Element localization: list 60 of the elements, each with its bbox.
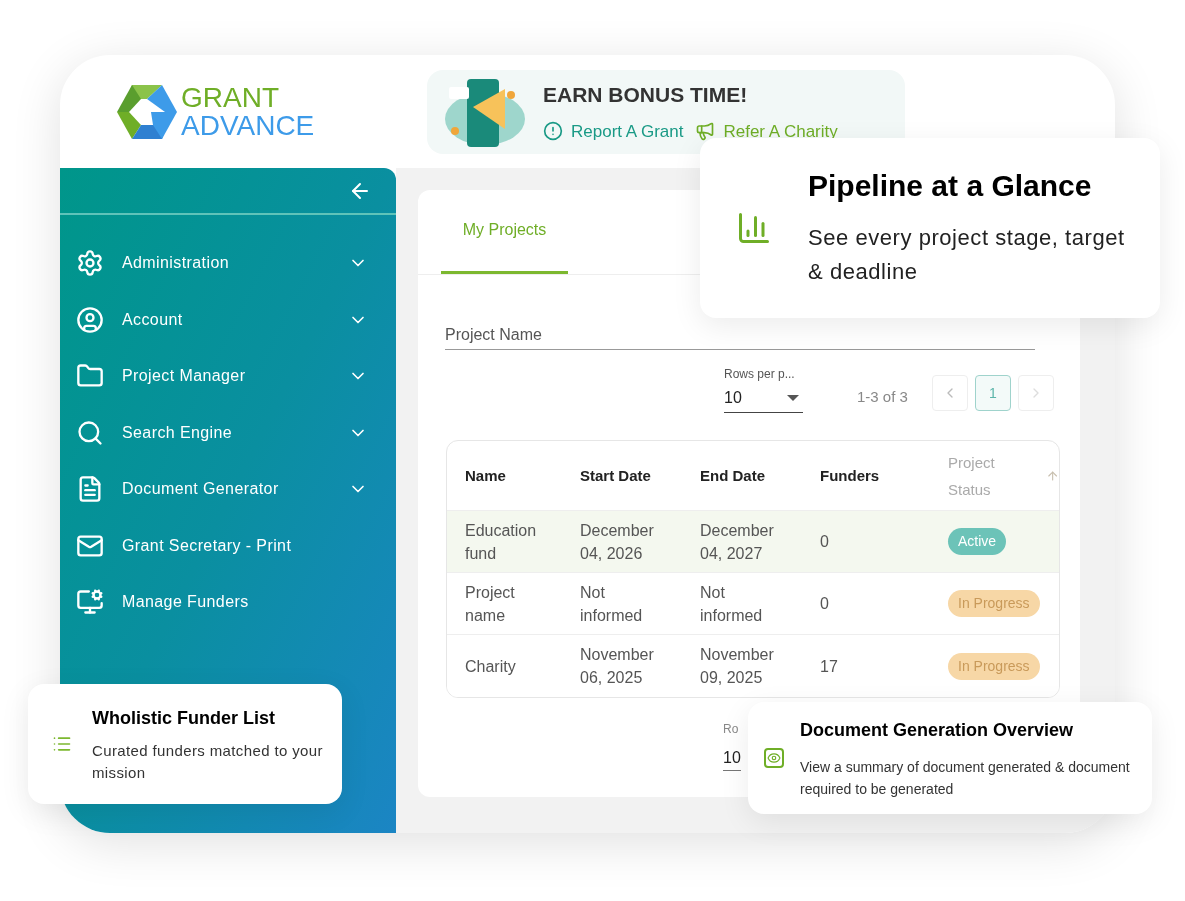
- user-icon: [76, 305, 104, 334]
- table-cell-text: Education fund: [465, 520, 538, 564]
- sidebar-item[interactable]: Project Manager: [60, 348, 396, 405]
- table-cell-text: November 06, 2025: [580, 645, 655, 688]
- table-cell-text: Project name: [465, 582, 516, 626]
- feature-text: View a summary of document generated & document required to be generated: [800, 757, 1131, 799]
- banner-title: EARN BONUS TIME!: [543, 82, 749, 108]
- table-cell-text: December 04, 2026: [580, 520, 655, 564]
- table-cell-text: November 09, 2025: [700, 645, 775, 688]
- page-button[interactable]: 1: [974, 375, 1011, 411]
- monitor-icon: [76, 588, 104, 617]
- previous-page-button[interactable]: [931, 375, 968, 411]
- logo-text: GRANT: [181, 83, 280, 112]
- search-icon: [76, 418, 104, 447]
- sidebar-item[interactable]: Search Engine: [60, 404, 396, 461]
- feature-title: Document Generation Overview: [800, 718, 1075, 742]
- feature-text: Curated funders matched to your mission: [92, 740, 324, 783]
- refer-link[interactable]: Refer A Charity: [695, 118, 838, 144]
- rows-select[interactable]: 10: [723, 746, 741, 771]
- tab[interactable]: My Projects: [441, 189, 568, 274]
- table-cell-text: Not informed: [580, 582, 644, 626]
- rows-label: Rows per p...: [724, 366, 796, 383]
- table-row[interactable]: Education fund December 04, 2026 December 04, 2027 0 Active: [447, 511, 1059, 573]
- gear-icon: [76, 249, 104, 278]
- sidebar-item[interactable]: Account: [60, 291, 396, 348]
- status-badge: In Progress: [948, 652, 1040, 680]
- rows-select[interactable]: 10: [724, 383, 803, 413]
- sidebar-item[interactable]: Grant Secretary - Print: [60, 517, 396, 574]
- sidebar-item[interactable]: Document Generator: [60, 461, 396, 518]
- page-range: 1-3 of 3: [857, 386, 908, 407]
- column-header[interactable]: Name: [465, 462, 506, 489]
- feature-title: Wholistic Funder List: [92, 706, 276, 730]
- feature-title: Pipeline at a Glance: [808, 168, 1093, 205]
- megaphone-icon: [695, 121, 716, 142]
- column-header[interactable]: End Date: [700, 462, 765, 489]
- table-cell-text: Not informed: [700, 582, 764, 626]
- sidebar-item[interactable]: Manage Funders: [60, 574, 396, 631]
- bar-chart-icon: [736, 210, 772, 246]
- logo-icon: [117, 84, 177, 139]
- column-header[interactable]: Project Status: [948, 448, 1026, 503]
- sidebar-item[interactable]: Administration: [60, 235, 396, 292]
- table-cell-text: 17: [820, 656, 839, 677]
- search-field[interactable]: Project Name: [445, 320, 1035, 350]
- table-cell-text: Charity: [465, 656, 517, 677]
- report-link[interactable]: Report A Grant: [543, 118, 684, 144]
- alert-icon: [543, 121, 563, 142]
- next-page-button[interactable]: [1017, 375, 1054, 411]
- rows-label: Ro: [723, 721, 739, 738]
- column-header[interactable]: Funders: [820, 462, 880, 489]
- caret-icon: [787, 394, 799, 401]
- status-badge: Active: [948, 528, 1007, 555]
- table-cell-text: 0: [820, 532, 830, 552]
- feature-text: See every project stage, target & deadline: [808, 223, 1126, 286]
- table-cell-text: December 04, 2027: [700, 520, 775, 564]
- logo-text: ADVANCE: [181, 111, 315, 140]
- column-header[interactable]: Start Date: [580, 462, 651, 489]
- table-cell-text: 0: [820, 594, 830, 614]
- eye-icon: [764, 748, 784, 768]
- list-icon: [52, 734, 72, 754]
- status-badge: In Progress: [948, 590, 1040, 617]
